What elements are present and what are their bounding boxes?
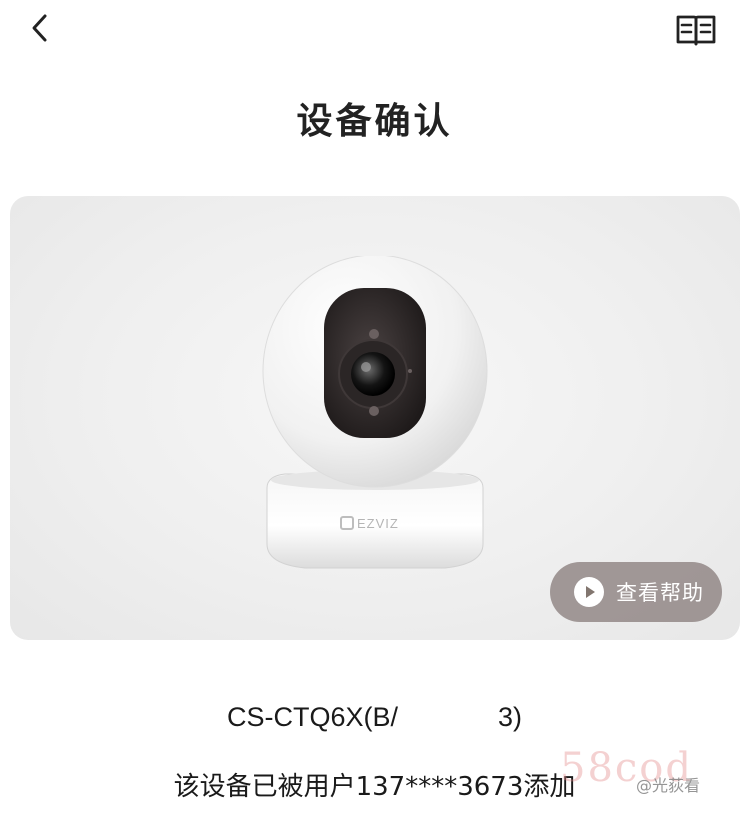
device-model-prefix: CS-CTQ6X(B/ — [226, 702, 398, 732]
page-title: 设备确认 — [296, 101, 453, 142]
device-model-suffix: 3) — [498, 702, 523, 732]
product-card: EZVIZ 查看帮助 — [10, 196, 740, 640]
chevron-left-icon — [32, 14, 47, 42]
watermark-handle: @光荻看 — [636, 776, 701, 795]
play-circle-icon — [574, 577, 604, 607]
open-book-icon — [676, 15, 716, 46]
view-help-label: 查看帮助 — [616, 581, 704, 605]
view-help-button[interactable]: 查看帮助 — [550, 562, 722, 622]
model-redaction — [398, 708, 498, 729]
svg-text:EZVIZ: EZVIZ — [357, 516, 399, 531]
camera-product-image: EZVIZ — [262, 256, 488, 569]
device-model: CS-CTQ6X(B/3) — [0, 702, 749, 733]
manual-button[interactable] — [672, 10, 720, 50]
back-button[interactable] — [22, 10, 58, 46]
